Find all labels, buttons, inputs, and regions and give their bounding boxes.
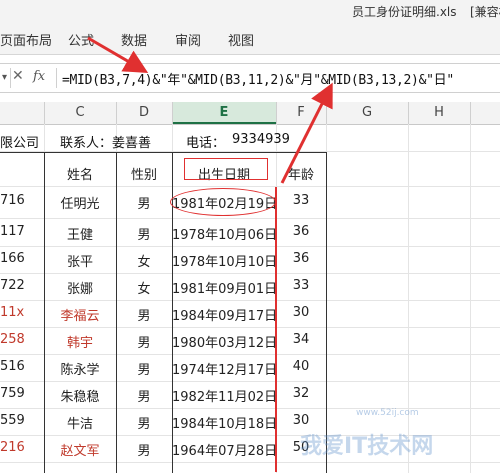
row-gender[interactable]: 男 (116, 193, 172, 212)
header-highlight-box (184, 158, 268, 180)
namebox-dropdown-icon[interactable]: ▾ (2, 72, 7, 83)
row-age[interactable]: 33 (276, 278, 326, 293)
row-name[interactable]: 赵文军 (44, 440, 116, 459)
row-dob[interactable]: 1980年03月12日 (172, 332, 277, 351)
compat-badge: [兼容模 (470, 5, 500, 19)
row-dob[interactable]: 1978年10月06日 (172, 224, 277, 243)
phone-value: 9334939 (232, 132, 290, 147)
row-dob[interactable]: 1978年10月10日 (172, 251, 277, 270)
tab-formulas[interactable]: 公式 (68, 30, 94, 49)
tab-view[interactable]: 视图 (228, 30, 254, 49)
header-age: 年龄 (287, 168, 314, 183)
watermark-logo: 我爱IT技术网 (300, 434, 434, 459)
row-id[interactable]: 258 (0, 332, 44, 347)
selected-cell-highlight (170, 188, 276, 216)
row-age[interactable]: 34 (276, 332, 326, 347)
row-gender[interactable]: 男 (116, 305, 172, 324)
row-dob[interactable]: 1974年12月17日 (172, 359, 277, 378)
row-name[interactable]: 张娜 (44, 278, 116, 297)
row-gender[interactable]: 男 (116, 332, 172, 351)
row-gender[interactable]: 女 (116, 251, 172, 270)
row-age[interactable]: 30 (276, 413, 326, 428)
row-id[interactable]: 759 (0, 386, 44, 401)
row-age[interactable]: 30 (276, 305, 326, 320)
formula-bar: ▾ ✕ fx =MID(B3,7,4)&"年"&MID(B3,11,2)&"月"… (0, 63, 500, 93)
row-dob[interactable]: 1984年10月18日 (172, 413, 277, 432)
contact-person: 联系人：姜喜善 (60, 136, 152, 151)
row-name[interactable]: 王健 (44, 224, 116, 243)
formula-bar-divider (56, 68, 57, 88)
column-header-f[interactable]: F (276, 105, 326, 120)
row-age[interactable]: 36 (276, 224, 326, 239)
title-bar: 员工身份证明细.xls [兼容模 (0, 0, 500, 22)
row-age[interactable]: 33 (276, 193, 326, 208)
column-header-c[interactable]: C (44, 105, 116, 120)
tab-page-layout[interactable]: 页面布局 (0, 30, 52, 49)
formula-input[interactable]: =MID(B3,7,4)&"年"&MID(B3,11,2)&"月"&MID(B3… (62, 69, 454, 88)
row-age[interactable]: 40 (276, 359, 326, 374)
ribbon-tabs: 页面布局 公式 数据 审阅 视图 (0, 22, 500, 55)
column-header-g[interactable]: G (326, 105, 408, 120)
row-id[interactable]: 117 (0, 224, 44, 239)
row-dob[interactable]: 1981年09月01日 (172, 278, 277, 297)
row-id[interactable]: 559 (0, 413, 44, 428)
row-id[interactable]: 166 (0, 251, 44, 266)
row-id[interactable]: 216 (0, 440, 44, 455)
company-name-fragment: 限公司 (0, 136, 40, 151)
phone-label: 电话： (186, 136, 226, 151)
tab-data[interactable]: 数据 (121, 30, 147, 49)
column-header-row: C D E F G H (0, 102, 500, 125)
row-gender[interactable]: 男 (116, 440, 172, 459)
row-name[interactable]: 牛洁 (44, 413, 116, 432)
column-header-e[interactable]: E (172, 105, 276, 120)
cancel-icon[interactable]: ✕ (12, 68, 24, 84)
row-age[interactable]: 32 (276, 386, 326, 401)
row-gender[interactable]: 男 (116, 413, 172, 432)
row-age[interactable]: 36 (276, 251, 326, 266)
fx-icon[interactable]: fx (33, 69, 45, 84)
formula-bar-divider (10, 68, 11, 88)
row-dob[interactable]: 1982年11月02日 (172, 386, 277, 405)
row-gender[interactable]: 女 (116, 278, 172, 297)
window-title: 员工身份证明细.xls (352, 5, 457, 19)
tab-review[interactable]: 审阅 (175, 30, 201, 49)
row-name[interactable]: 朱稳稳 (44, 386, 116, 405)
column-header-h[interactable]: H (408, 105, 470, 120)
header-gender: 性别 (130, 168, 157, 183)
row-id[interactable]: 716 (0, 193, 44, 208)
row-id[interactable]: 516 (0, 359, 44, 374)
header-name: 姓名 (66, 168, 93, 183)
row-name[interactable]: 李福云 (44, 305, 116, 324)
row-id[interactable]: 11x (0, 305, 44, 320)
row-dob[interactable]: 1964年07月28日 (172, 440, 277, 459)
row-name[interactable]: 韩宇 (44, 332, 116, 351)
watermark-url: www.52ij.com (356, 408, 419, 418)
row-gender[interactable]: 男 (116, 224, 172, 243)
row-name[interactable]: 张平 (44, 251, 116, 270)
row-gender[interactable]: 男 (116, 359, 172, 378)
row-name[interactable]: 陈永学 (44, 359, 116, 378)
row-gender[interactable]: 男 (116, 386, 172, 405)
column-highlight-line (275, 187, 281, 472)
column-header-d[interactable]: D (116, 105, 172, 120)
row-id[interactable]: 722 (0, 278, 44, 293)
row-dob[interactable]: 1984年09月17日 (172, 305, 277, 324)
row-name[interactable]: 任明光 (44, 193, 116, 212)
